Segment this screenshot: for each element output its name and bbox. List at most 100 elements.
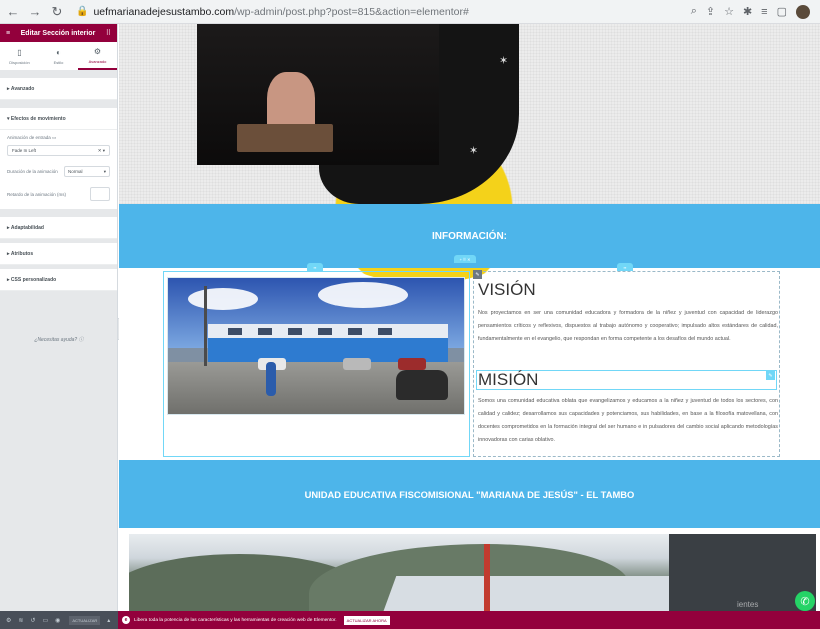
photo-window — [378, 328, 392, 335]
elementor-logo-icon: e — [122, 616, 130, 624]
browser-actions: ⌕ ⇪ ☆ ✱ ≡ ▢ — [691, 4, 810, 19]
section-label: Efectos de movimiento — [10, 115, 66, 122]
photo-car — [398, 358, 426, 370]
section-handle[interactable]: + ⠿ ✕ — [454, 255, 476, 263]
layers-icon[interactable]: ≋ — [18, 617, 23, 624]
chevron-up-icon[interactable]: ▴ — [107, 617, 110, 624]
entrance-animation-select[interactable]: Fade In Left ✕ ▾ — [7, 145, 110, 156]
update-button[interactable]: ACTUALIZAR — [69, 615, 101, 625]
section-custom-css[interactable]: ▸ CSS personalizado — [0, 269, 117, 291]
update-now-button[interactable]: ACTUALIZAR AHORA — [343, 615, 390, 625]
zoom-icon[interactable]: ⌕ — [691, 5, 697, 18]
photo-person — [266, 362, 276, 396]
tab-layout[interactable]: ▯ Disposición — [0, 42, 39, 70]
photo-window — [258, 328, 272, 335]
overlay-faint-text: ientes — [737, 600, 759, 609]
portrait-book — [237, 124, 333, 152]
photo-pole — [204, 286, 207, 366]
portrait-image[interactable] — [197, 24, 439, 165]
vision-heading: VISIÓN — [478, 280, 536, 299]
section-responsive[interactable]: ▸ Adaptabilidad — [0, 217, 117, 239]
panel-footer: ⚙ ≋ ↺ ▭ ◉ ACTUALIZAR ▴ — [0, 611, 118, 629]
panel-title: Editar Sección interior — [20, 29, 96, 37]
responsive-icon[interactable]: ▭ — [42, 617, 48, 624]
settings-icon[interactable]: ⚙ — [6, 617, 11, 624]
grid-icon[interactable]: ⠿ — [106, 29, 111, 37]
tab-style[interactable]: ◐ Estilo — [39, 42, 78, 70]
duration-label: Duración de la animación — [7, 169, 58, 174]
school-heading: UNIDAD EDUCATIVA FISCOMISIONAL "MARIANA … — [304, 488, 635, 500]
address-bar[interactable]: 🔒 uefmarianadejesustambo.com/wp-admin/po… — [76, 6, 691, 18]
info-heading: INFORMACIÓN: — [432, 230, 507, 242]
tab-label: Disposición — [9, 59, 30, 65]
photo-tower — [484, 544, 490, 611]
url-path: /wp-admin/post.php?post=815&action=eleme… — [234, 5, 469, 18]
delay-label: Retardo de la animación (ms) — [7, 191, 67, 197]
star-decoration-icon: ✶ — [499, 55, 509, 67]
menu-list-icon[interactable]: ≡ — [761, 6, 767, 18]
notice-message: Libera toda la potencia de las caracterí… — [134, 617, 337, 623]
browser-toolbar: ← → ↻ 🔒 uefmarianadejesustambo.com/wp-ad… — [0, 0, 820, 24]
mission-text: Somos una comunidad educativa oblata que… — [478, 398, 778, 443]
tab-label: Estilo — [53, 59, 64, 65]
url-host: uefmarianadejesustambo.com — [93, 5, 235, 18]
help-label: ¿Necesitas ayuda? — [34, 337, 78, 343]
section-label: Adaptabilidad — [10, 224, 44, 231]
school-photo[interactable] — [167, 277, 465, 415]
photo-window — [228, 328, 242, 335]
school-band[interactable]: UNIDAD EDUCATIVA FISCOMISIONAL "MARIANA … — [119, 460, 820, 528]
duration-value: Normal — [68, 169, 83, 174]
photo-window — [348, 328, 362, 335]
section-responsive-title[interactable]: ▸ Adaptabilidad — [0, 217, 117, 239]
star-icon[interactable]: ☆ — [724, 5, 734, 18]
delay-input[interactable] — [90, 187, 110, 201]
column-edit-icon[interactable]: ✎ — [473, 270, 482, 279]
window-icon[interactable]: ▢ — [777, 5, 787, 18]
photo-car — [343, 358, 371, 370]
section-label: Atributos — [10, 250, 34, 257]
layout-icon: ▯ — [17, 47, 22, 57]
section-advanced-title[interactable]: ▸ Avanzado — [0, 78, 117, 100]
vision-text: Nos proyectamos en ser una comunidad edu… — [478, 310, 778, 342]
elementor-panel: ≡ Editar Sección interior ⠿ ▯ Disposició… — [0, 24, 118, 611]
landscape-photo[interactable] — [129, 534, 816, 611]
section-attributes[interactable]: ▸ Atributos — [0, 243, 117, 265]
section-custom-css-title[interactable]: ▸ CSS personalizado — [0, 269, 117, 291]
photo-window — [318, 328, 332, 335]
back-icon[interactable]: ← — [4, 3, 22, 21]
help-icon: ⓘ — [78, 337, 84, 343]
section-label: Avanzado — [10, 85, 35, 92]
column-handle[interactable]: ▪▪ — [617, 263, 633, 271]
tab-advanced[interactable]: ⚙ Avanzado — [78, 42, 117, 70]
whatsapp-icon[interactable]: ✆ — [795, 591, 815, 611]
column-handle[interactable]: ▪▪ — [307, 263, 323, 271]
lock-icon: 🔒 — [76, 6, 89, 17]
section-motion-title[interactable]: ▾ Efectos de movimiento — [0, 108, 117, 130]
preview-icon[interactable]: ◉ — [55, 617, 60, 624]
reload-icon[interactable]: ↻ — [48, 3, 66, 21]
entrance-animation-control: Animación de entrada ▭ Fade In Left ✕ ▾ — [0, 130, 117, 161]
section-motion: ▾ Efectos de movimiento Animación de ent… — [0, 108, 117, 209]
profile-avatar[interactable] — [796, 4, 810, 19]
panel-tabs: ▯ Disposición ◐ Estilo ⚙ Avanzado — [0, 42, 117, 70]
section-advanced[interactable]: ▸ Avanzado — [0, 78, 117, 100]
star-decoration-icon: ✶ — [469, 145, 479, 157]
screen: ← → ↻ 🔒 uefmarianadejesustambo.com/wp-ad… — [0, 0, 820, 629]
mission-heading[interactable]: MISIÓN — [478, 370, 538, 390]
forward-icon[interactable]: → — [26, 3, 44, 21]
section-label: CSS personalizado — [10, 276, 57, 283]
history-icon[interactable]: ↺ — [30, 617, 35, 624]
duration-select[interactable]: Normal ▾ — [64, 166, 110, 177]
select-arrows-icon: ✕ ▾ — [97, 147, 105, 153]
duration-control: Duración de la animación Normal ▾ — [0, 161, 117, 182]
editor-canvas: ✶ ✶ ✶ INFORMACIÓN: ▪▪ + ⠿ ✕ ▪▪ — [119, 24, 820, 611]
help-link[interactable]: ¿Necesitas ayuda? ⓘ — [0, 336, 118, 343]
section-attributes-title[interactable]: ▸ Atributos — [0, 243, 117, 265]
hamburger-icon[interactable]: ≡ — [6, 30, 10, 37]
photo-window — [288, 328, 302, 335]
photo-cloud — [188, 288, 258, 310]
share-icon[interactable]: ⇪ — [706, 5, 715, 18]
panel-header: ≡ Editar Sección interior ⠿ — [0, 24, 117, 42]
widget-edit-icon[interactable]: ✎ — [766, 371, 775, 380]
extensions-icon[interactable]: ✱ — [743, 5, 752, 18]
